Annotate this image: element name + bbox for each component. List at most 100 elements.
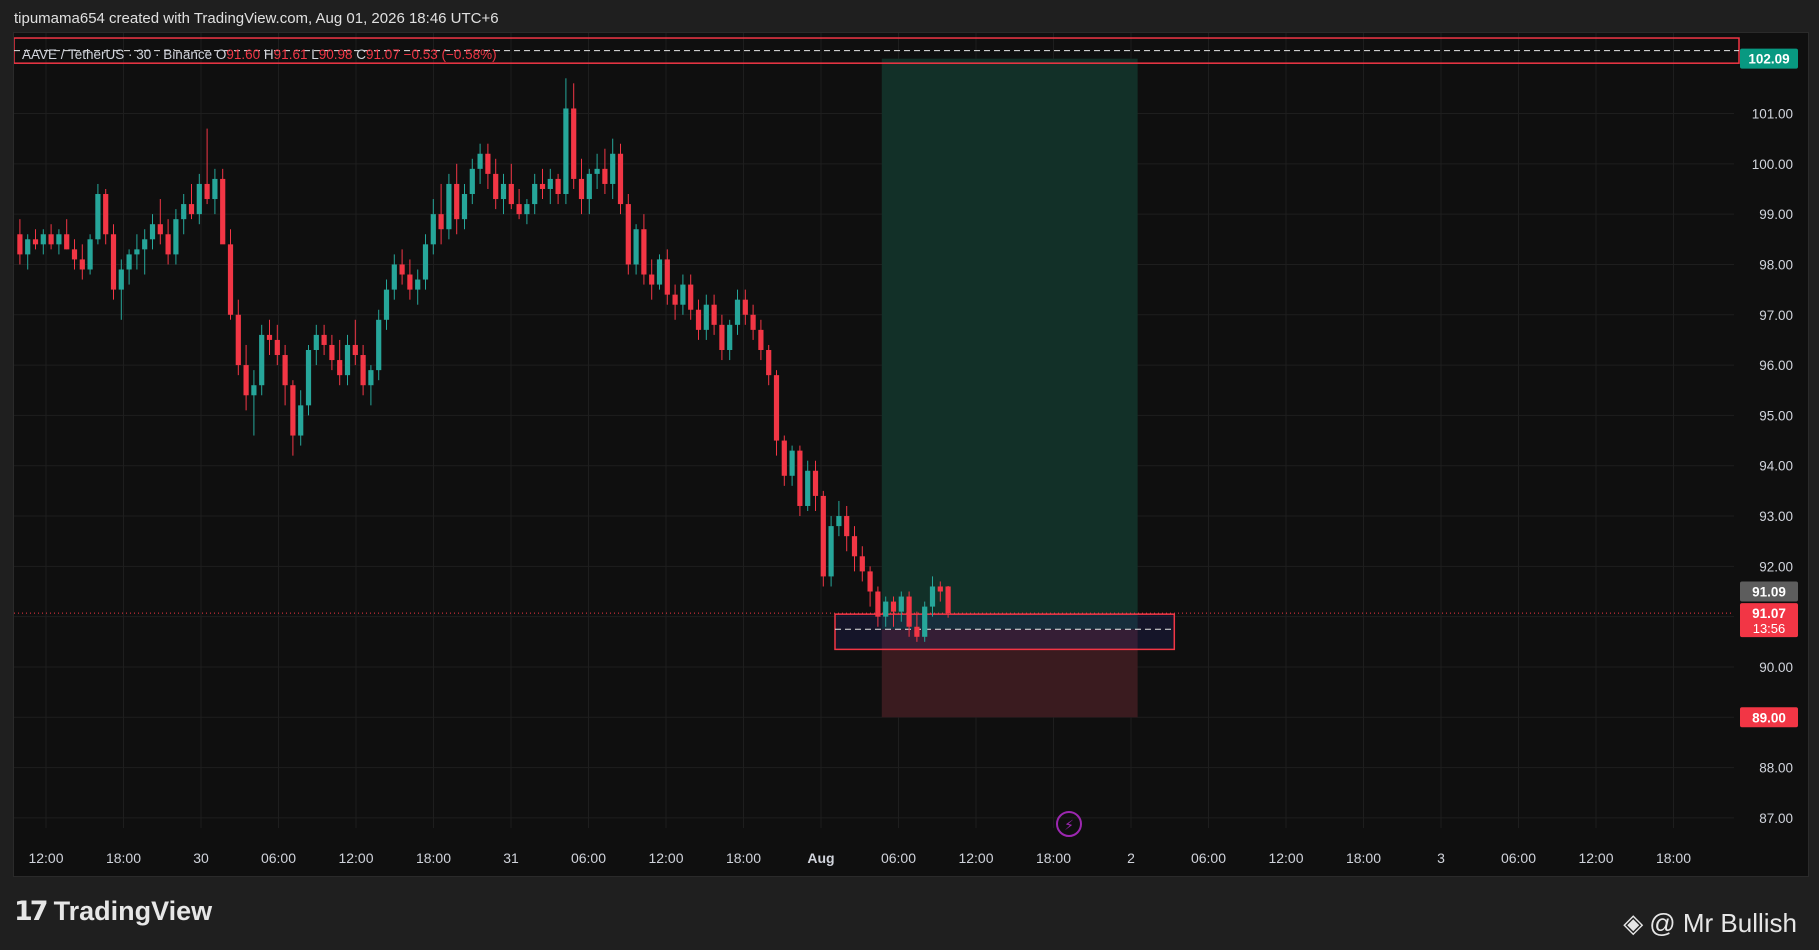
- candle-body: [851, 536, 858, 557]
- candle-body: [812, 470, 819, 496]
- candle-body: [422, 244, 429, 280]
- candle-body: [758, 329, 764, 350]
- current-price-tag-countdown: 13:56: [1753, 621, 1786, 636]
- candle-body: [617, 153, 624, 205]
- candle-body: [610, 153, 616, 184]
- candle-body: [399, 264, 405, 275]
- legend-h-value: 91.61: [274, 47, 312, 62]
- candle-body: [727, 324, 733, 350]
- candle-body: [329, 344, 335, 361]
- candle-body: [243, 365, 249, 396]
- candle-body: [867, 571, 873, 592]
- y-axis-tick-label: 87.00: [1759, 811, 1793, 826]
- candle-body: [274, 339, 280, 356]
- stop-loss-price-tag: 89.00: [1752, 710, 1786, 725]
- candle-body: [672, 294, 678, 305]
- x-axis-tick-label: 18:00: [726, 850, 761, 866]
- candle-body: [571, 108, 577, 179]
- candle-body: [929, 586, 936, 607]
- candle-body: [313, 334, 319, 350]
- price-chart[interactable]: 87.00 88.00 89.00 90.00 92.00 93.00 94.00 95.00…: [14, 33, 1810, 878]
- x-axis-tick-label: 12:00: [1578, 850, 1613, 866]
- candle-body: [290, 385, 296, 436]
- candle-body: [664, 259, 670, 295]
- candle-body: [578, 178, 585, 200]
- candle-body: [173, 219, 179, 255]
- x-axis-tick-label: 18:00: [1346, 850, 1381, 866]
- candle-body: [680, 284, 686, 305]
- y-axis-tick-label: 97.00: [1759, 308, 1793, 323]
- candle-body: [56, 234, 62, 245]
- last-price-tag: 91.09: [1752, 585, 1786, 600]
- candle-body: [17, 234, 23, 255]
- chart-area[interactable]: 87.00 88.00 89.00 90.00 92.00 93.00 94.00 95.00…: [13, 32, 1809, 877]
- lightning-icon-glyph: ⚡: [1064, 818, 1074, 834]
- y-axis-tick-label: 88.00: [1759, 761, 1793, 776]
- candle-body: [508, 183, 514, 205]
- candle-body: [368, 370, 374, 386]
- candle-body: [126, 254, 132, 270]
- tradingview-logo: 17 TradingView: [14, 896, 212, 927]
- candle-body: [477, 153, 483, 169]
- candle-body: [937, 586, 943, 592]
- x-axis-tick-label: 3: [1437, 850, 1445, 866]
- legend-change: −0.53 (−0.58%): [404, 47, 497, 62]
- legend-h-label: H: [264, 47, 274, 62]
- candle-body: [649, 274, 655, 285]
- candle-body: [149, 224, 156, 240]
- candle-body: [820, 495, 826, 577]
- x-axis-tick-label: 12:00: [1268, 850, 1303, 866]
- candle-body: [103, 194, 109, 235]
- watermark-text: @ Mr Bullish: [1649, 908, 1797, 938]
- candle-body: [890, 601, 897, 612]
- candle-body: [914, 626, 920, 637]
- candle-body: [711, 304, 717, 325]
- candle-body: [305, 349, 312, 406]
- x-axis-tick-label: 12:00: [648, 850, 683, 866]
- candle-body: [500, 183, 507, 200]
- x-axis-tick-label: 06:00: [1191, 850, 1226, 866]
- candle-body: [344, 344, 351, 376]
- candle-body: [734, 299, 741, 325]
- candle-body: [773, 375, 780, 441]
- candle-body: [469, 168, 475, 195]
- y-axis-tick-label: 101.00: [1752, 107, 1793, 122]
- candle-body: [742, 299, 748, 315]
- y-axis-tick-label: 93.00: [1759, 509, 1793, 524]
- candle-body: [836, 516, 842, 527]
- candle-body: [110, 234, 117, 290]
- candle-body: [266, 334, 273, 340]
- candle-body: [165, 234, 171, 255]
- candle-body: [805, 470, 811, 506]
- candle-body: [40, 234, 46, 245]
- x-axis-tick-label: 30: [193, 850, 209, 866]
- x-axis-tick-label: 2: [1127, 850, 1135, 866]
- legend-c-label: C: [356, 47, 366, 62]
- binance-diamond-icon: ◈: [1623, 908, 1644, 938]
- candle-body: [563, 108, 569, 195]
- candle-body: [32, 239, 39, 245]
- candle-body: [25, 239, 31, 255]
- candle-body: [79, 259, 85, 270]
- candle-body: [376, 319, 382, 371]
- candle-body: [602, 168, 608, 184]
- candle-body: [945, 586, 951, 614]
- candle-body: [797, 450, 803, 506]
- candle-body: [859, 556, 865, 572]
- tradingview-mark-icon: 17: [14, 896, 49, 927]
- candle-body: [391, 264, 397, 290]
- candle-body: [524, 204, 530, 215]
- candle-body: [789, 450, 795, 476]
- candle-body: [48, 234, 54, 245]
- y-axis-tick-label: 96.00: [1759, 358, 1793, 373]
- candle-body: [633, 229, 639, 265]
- candle-body: [383, 289, 390, 320]
- candle-body: [64, 234, 70, 250]
- candle-body: [844, 516, 850, 537]
- take-profit-price-tag: 102.09: [1748, 52, 1789, 67]
- author-watermark: ◈ @ Mr Bullish: [1623, 908, 1797, 939]
- candle-body: [282, 355, 288, 386]
- candle-body: [298, 405, 304, 436]
- y-axis-tick-label: 99.00: [1759, 207, 1793, 222]
- tradingview-logo-text: TradingView: [53, 896, 213, 926]
